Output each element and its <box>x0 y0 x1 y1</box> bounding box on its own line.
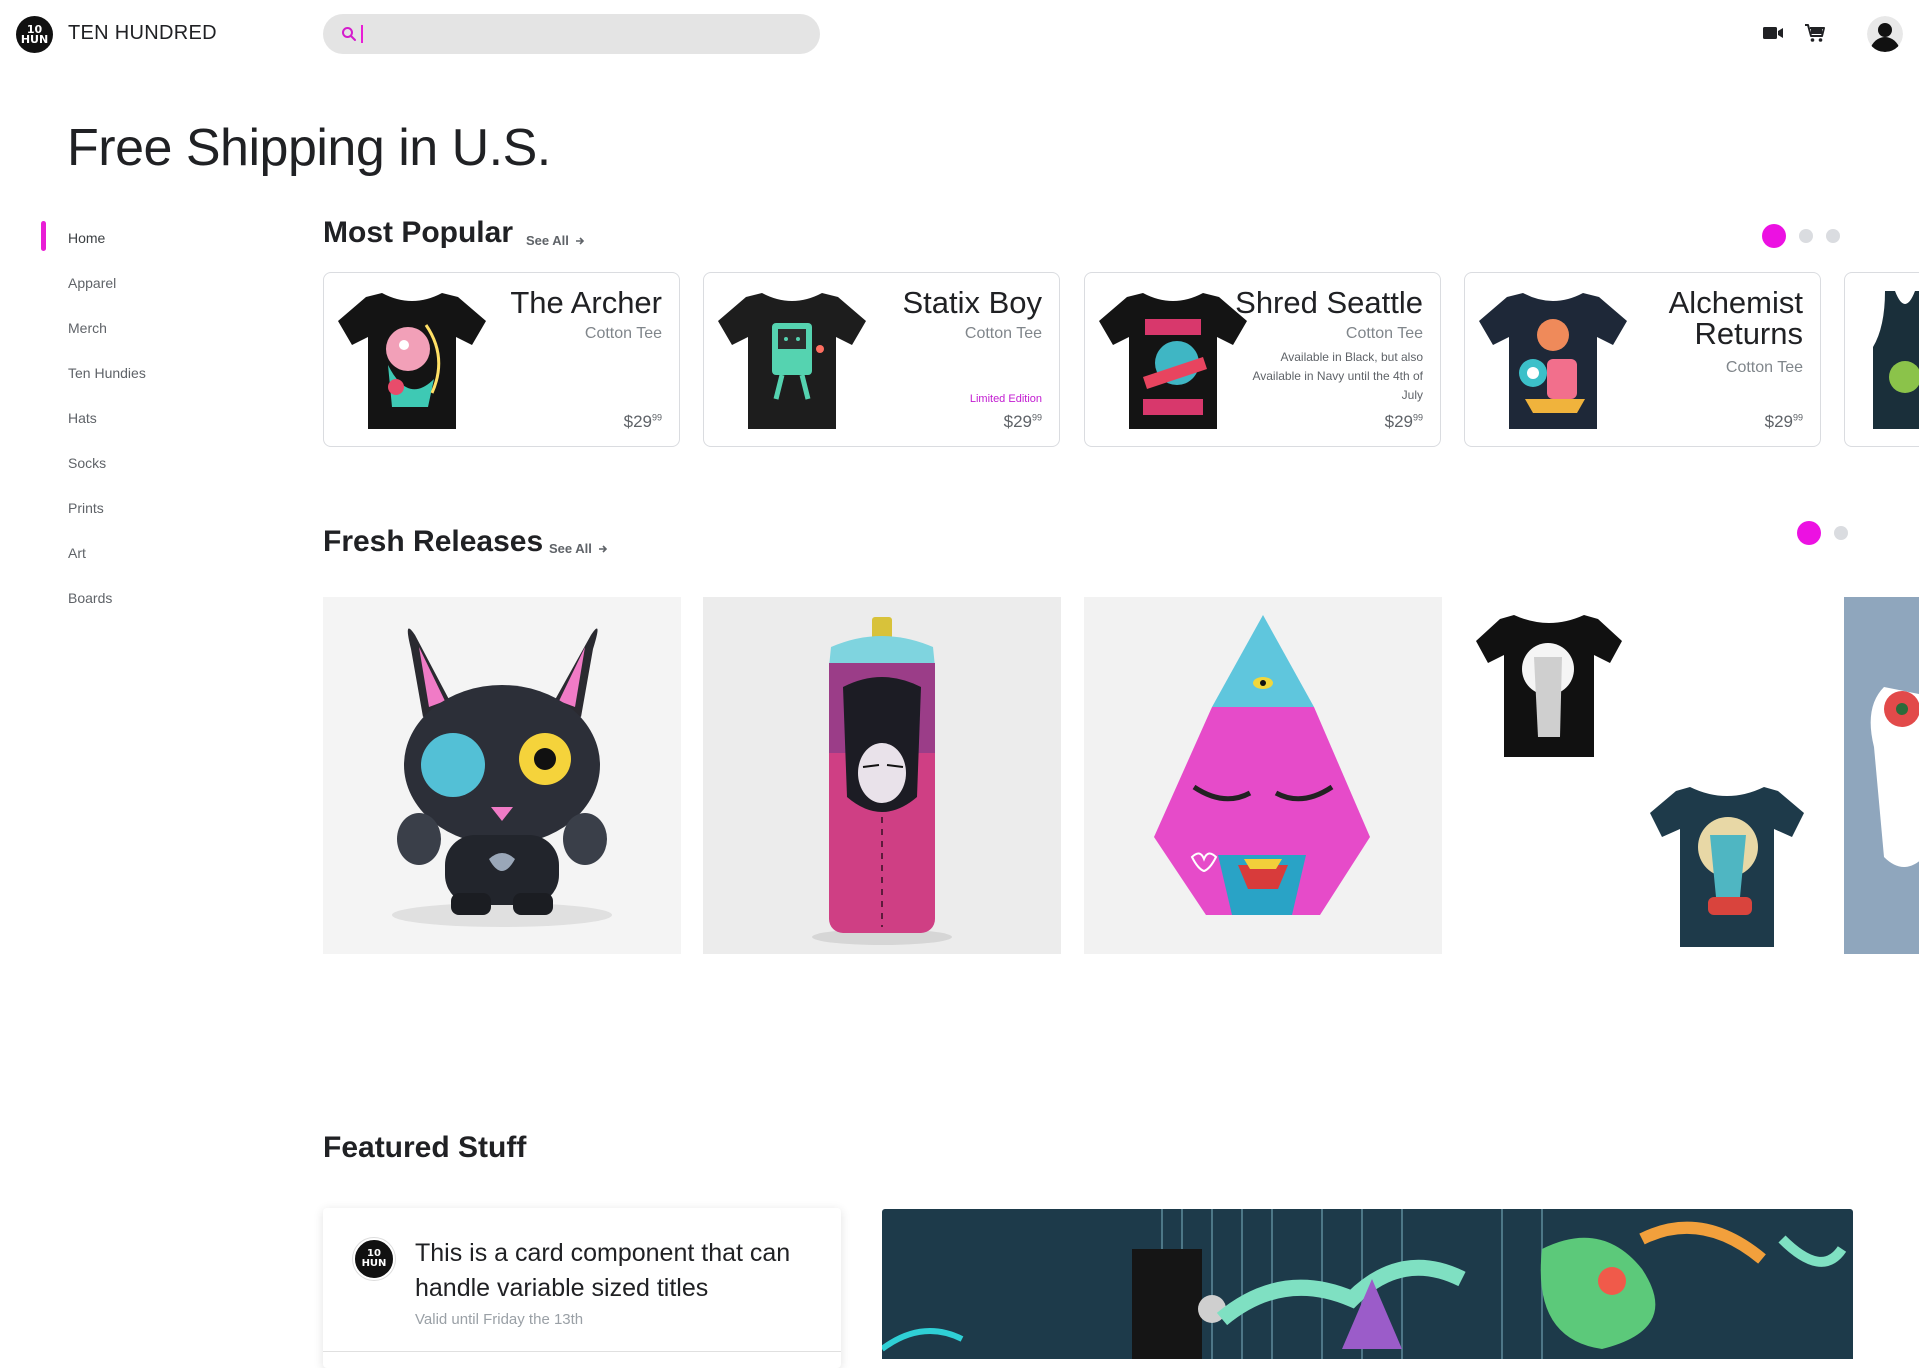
featured-mural-image[interactable] <box>882 1209 1853 1359</box>
sidebar-item-socks[interactable]: Socks <box>0 440 240 485</box>
release-image-bunny-figure <box>392 628 612 927</box>
product-price: $2999 <box>623 412 662 431</box>
mural-artwork <box>882 1209 1853 1359</box>
product-subtitle: Cotton Tee <box>584 325 662 342</box>
arrow-right-icon <box>575 236 585 245</box>
sidebar-item-label: Hats <box>68 409 97 426</box>
section-title-most-popular: Most Popular <box>323 216 514 249</box>
sidebar-nav: Home Apparel Merch Ten Hundies Hats Sock… <box>0 215 240 620</box>
product-title: Alchemist Returns <box>1668 285 1803 351</box>
product-image <box>1873 291 1919 429</box>
product-price: $2999 <box>1384 412 1423 431</box>
sidebar-item-prints[interactable]: Prints <box>0 485 240 530</box>
pager-dot[interactable] <box>1826 229 1840 243</box>
search-input[interactable] <box>371 24 815 44</box>
divider <box>323 1351 841 1352</box>
cart-icon[interactable] <box>1804 22 1826 44</box>
release-image-pink-pyramid <box>1154 615 1370 915</box>
product-note: Available in Black, but also Available i… <box>1252 350 1423 402</box>
product-title: Statix Boy <box>902 285 1042 320</box>
page-title: Free Shipping in U.S. <box>67 119 551 177</box>
search-bar[interactable] <box>323 14 820 54</box>
carousel-pager-fresh-releases <box>1797 521 1848 545</box>
sidebar-item-hats[interactable]: Hats <box>0 395 240 440</box>
see-all-label: See All <box>526 233 569 248</box>
release-tile[interactable] <box>1464 597 1822 954</box>
section-title-featured: Featured Stuff <box>323 1131 527 1164</box>
account-icon[interactable] <box>1867 16 1903 52</box>
featured-card-subtitle: Valid until Friday the 13th <box>415 1311 584 1328</box>
logo-icon: 10 HUN <box>353 1238 395 1280</box>
sidebar-item-label: Home <box>68 229 106 246</box>
product-card[interactable]: Statix Boy Cotton Tee Limited Edition $2… <box>703 272 1060 447</box>
release-tile[interactable] <box>323 597 681 954</box>
brand-name[interactable]: TEN HUNDRED <box>68 22 217 45</box>
sidebar-item-art[interactable]: Art <box>0 530 240 575</box>
see-all-label: See All <box>549 541 592 556</box>
sidebar-item-boards[interactable]: Boards <box>0 575 240 620</box>
pager-dot[interactable] <box>1799 229 1813 243</box>
featured-card-title: This is a card component that can handle… <box>415 1239 791 1302</box>
see-all-most-popular[interactable]: See All <box>526 233 585 248</box>
release-image-sticker <box>1870 687 1919 867</box>
featured-card[interactable]: 10 HUN This is a card component that can… <box>323 1208 841 1368</box>
sidebar-item-label: Art <box>68 544 86 561</box>
logo-icon[interactable]: 10 HUN <box>16 16 53 53</box>
product-card[interactable]: Shred Seattle Cotton Tee Available in Bl… <box>1084 272 1441 447</box>
sidebar-item-ten-hundies[interactable]: Ten Hundies <box>0 350 240 395</box>
sidebar-item-label: Prints <box>68 499 104 516</box>
product-card[interactable] <box>1844 272 1919 447</box>
search-icon <box>342 27 356 41</box>
pager-dot[interactable] <box>1834 526 1848 540</box>
sidebar-item-label: Boards <box>68 589 113 606</box>
sidebar-item-label: Merch <box>68 319 107 336</box>
product-subtitle: Cotton Tee <box>964 325 1042 342</box>
product-price: $2999 <box>1764 412 1803 431</box>
product-price: $2999 <box>1003 412 1042 431</box>
pager-dot[interactable] <box>1762 224 1786 248</box>
product-title: The Archer <box>510 285 662 320</box>
text-caret <box>361 25 363 43</box>
sidebar-item-label: Apparel <box>68 274 117 291</box>
release-tile[interactable] <box>703 597 1061 954</box>
arrow-right-icon <box>598 544 608 553</box>
video-camera-icon[interactable] <box>1762 25 1784 41</box>
pager-dot[interactable] <box>1797 521 1821 545</box>
product-title: Shred Seattle <box>1235 285 1423 320</box>
sidebar-item-label: Ten Hundies <box>68 364 146 381</box>
active-indicator <box>41 221 46 251</box>
sidebar-item-label: Socks <box>68 454 107 471</box>
release-tile[interactable] <box>1084 597 1442 954</box>
see-all-fresh-releases[interactable]: See All <box>549 541 608 556</box>
product-subtitle: Cotton Tee <box>1345 325 1423 342</box>
section-title-fresh-releases: Fresh Releases <box>323 525 544 558</box>
product-subtitle: Cotton Tee <box>1725 359 1803 376</box>
product-card[interactable]: The Archer Cotton Tee $2999 <box>323 272 680 447</box>
sidebar-item-home[interactable]: Home <box>0 215 240 260</box>
sidebar-item-merch[interactable]: Merch <box>0 305 240 350</box>
release-tile[interactable] <box>1844 597 1919 954</box>
product-card[interactable]: Alchemist Returns Cotton Tee $2999 <box>1464 272 1821 447</box>
limited-edition-badge: Limited Edition <box>969 393 1042 405</box>
carousel-pager-most-popular <box>1762 224 1840 248</box>
release-image-two-tees <box>1476 615 1804 947</box>
release-image-spray-can <box>812 617 952 945</box>
sidebar-item-apparel[interactable]: Apparel <box>0 260 240 305</box>
